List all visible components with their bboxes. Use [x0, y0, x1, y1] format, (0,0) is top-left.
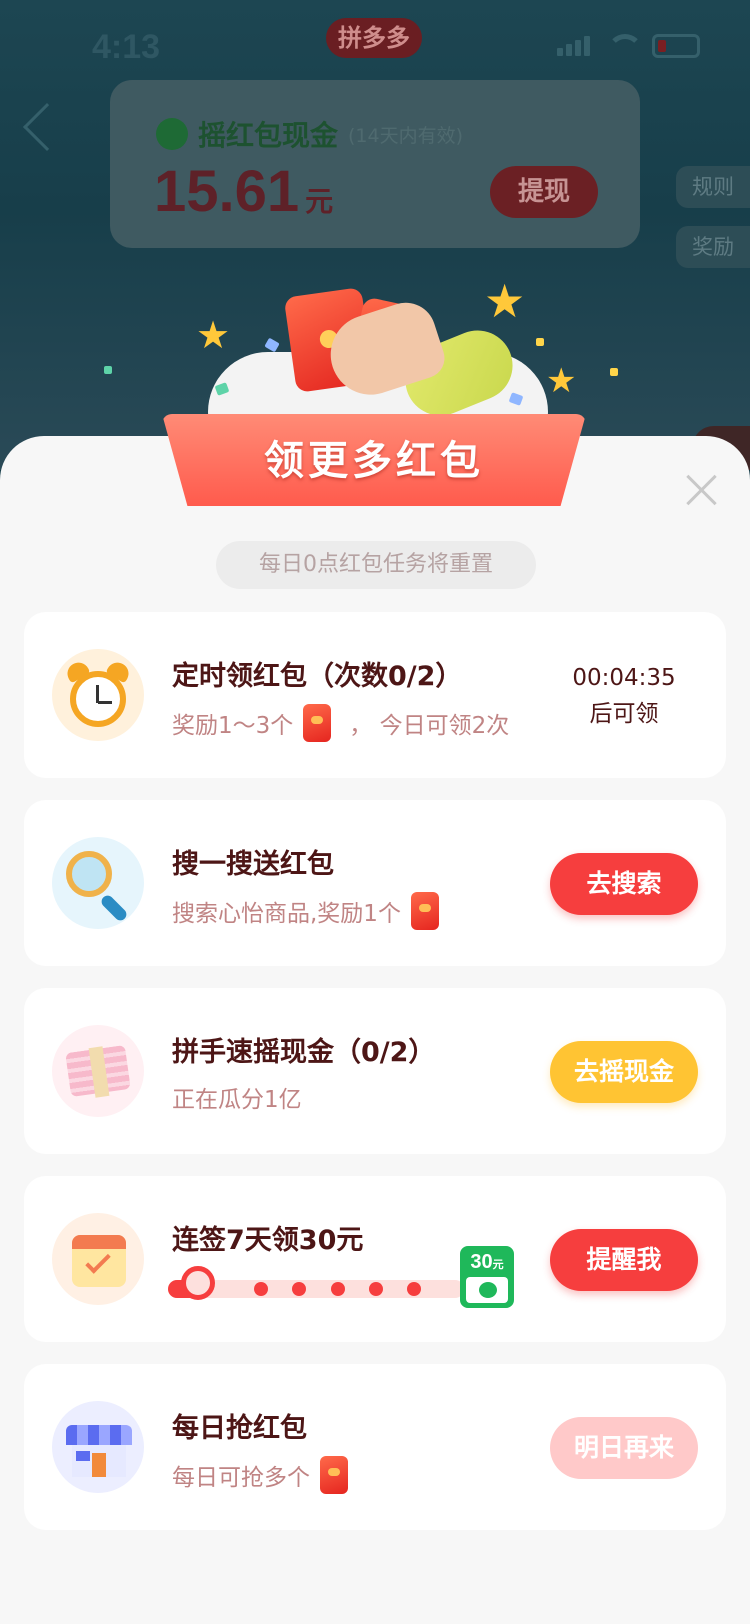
- confetti-icon: [610, 368, 618, 376]
- task-card-search: 搜一搜送红包 搜索心怡商品,奖励1个 去搜索: [24, 800, 726, 966]
- reward-body: [466, 1277, 508, 1303]
- star-icon: ★: [484, 274, 526, 328]
- task-subtitle-text: 搜索心怡商品,奖励1个: [172, 901, 401, 927]
- confetti-icon: [536, 338, 544, 346]
- rewards-button[interactable]: 奖励: [676, 226, 750, 268]
- cash-card: 摇红包现金 (14天内有效) 15.61 元 提现: [110, 80, 640, 248]
- task-card-daily: 每日抢红包 每日可抢多个 明日再来: [24, 1364, 726, 1530]
- cash-card-title: 摇红包现金 (14天内有效): [156, 114, 463, 154]
- task-subtitle: 每日可抢多个: [172, 1456, 348, 1494]
- task-card-shake: 拼手速摇现金（0/2） 正在瓜分1亿 去摇现金: [24, 988, 726, 1154]
- red-packet-icon: [303, 704, 332, 742]
- sheet-banner-title: 领更多红包: [264, 438, 484, 484]
- signin-day-dot: [368, 1282, 383, 1296]
- task-subtitle-text: 奖励1～3个: [172, 713, 294, 739]
- red-packet-icon: [320, 1456, 348, 1494]
- calendar-icon: [52, 1213, 144, 1305]
- wifi-icon: [604, 34, 643, 58]
- cash-amount: 15.61 元: [154, 158, 333, 225]
- remind-me-button[interactable]: 提醒我: [550, 1229, 698, 1291]
- alarm-clock-icon: [52, 649, 144, 741]
- task-subtitle: 搜索心怡商品,奖励1个: [172, 892, 439, 930]
- task-title: 每日抢红包: [172, 1413, 307, 1444]
- signin-day-dot: [406, 1282, 421, 1296]
- withdraw-button[interactable]: 提现: [490, 166, 598, 218]
- go-shake-button[interactable]: 去摇现金: [550, 1041, 698, 1103]
- signal-icon: [557, 36, 590, 56]
- signin-progress-knob: [181, 1266, 215, 1300]
- cash-card-title-text: 摇红包现金: [198, 119, 339, 152]
- back-arrow-icon[interactable]: [22, 102, 72, 152]
- task-title: 连签7天领30元: [172, 1225, 364, 1256]
- signin-day-dot: [330, 1282, 345, 1296]
- red-packet-icon: [410, 892, 439, 930]
- status-icons: [557, 34, 700, 58]
- reset-note: 每日0点红包任务将重置: [216, 541, 536, 589]
- shop-icon: [52, 1401, 144, 1493]
- reward-amount-value: 30: [470, 1251, 493, 1273]
- status-time: 4:13: [92, 28, 161, 66]
- task-subtitle-text: 每日可抢多个: [172, 1465, 310, 1491]
- rules-button[interactable]: 规则: [676, 166, 750, 208]
- reward-amount: 30元: [463, 1251, 511, 1274]
- cash-stack-icon: [52, 1025, 144, 1117]
- come-tomorrow-button: 明日再来: [550, 1417, 698, 1479]
- reward-badge: 30元: [460, 1246, 514, 1308]
- countdown-value: 00:04:35: [572, 665, 676, 691]
- go-search-button[interactable]: 去搜索: [550, 853, 698, 915]
- cash-amount-unit: 元: [305, 186, 334, 217]
- battery-icon: [652, 34, 700, 58]
- task-subtitle: 正在瓜分1亿: [172, 1080, 302, 1114]
- close-icon[interactable]: [684, 472, 720, 508]
- task-subtitle: 奖励1～3个 ， 今日可领2次: [172, 704, 509, 742]
- wechat-icon: [156, 118, 188, 150]
- wechat-pay-icon: [479, 1282, 497, 1298]
- reward-amount-unit: 元: [492, 1259, 504, 1271]
- star-icon: ★: [196, 313, 231, 357]
- star-icon: ★: [546, 361, 577, 401]
- task-subtitle-text: 正在瓜分1亿: [172, 1087, 302, 1113]
- countdown-timer: 00:04:35 后可领: [544, 660, 704, 732]
- cash-amount-value: 15.61: [154, 159, 300, 224]
- task-card-signin: 连签7天领30元 30元 提醒我: [24, 1176, 726, 1342]
- magnifier-icon: [52, 837, 144, 929]
- app-name-pill: 拼多多: [326, 18, 422, 58]
- cash-validity-note: (14天内有效): [348, 124, 464, 147]
- task-title: 拼手速摇现金（0/2）: [172, 1037, 436, 1068]
- task-card-timed: 定时领红包（次数0/2） 奖励1～3个 ， 今日可领2次 00:04:35 后可…: [24, 612, 726, 778]
- task-subtitle-suffix: ， 今日可领2次: [349, 713, 510, 739]
- task-title: 定时领红包（次数0/2）: [172, 661, 463, 692]
- task-title: 搜一搜送红包: [172, 849, 334, 880]
- confetti-icon: [104, 366, 112, 374]
- countdown-note: 后可领: [589, 701, 659, 727]
